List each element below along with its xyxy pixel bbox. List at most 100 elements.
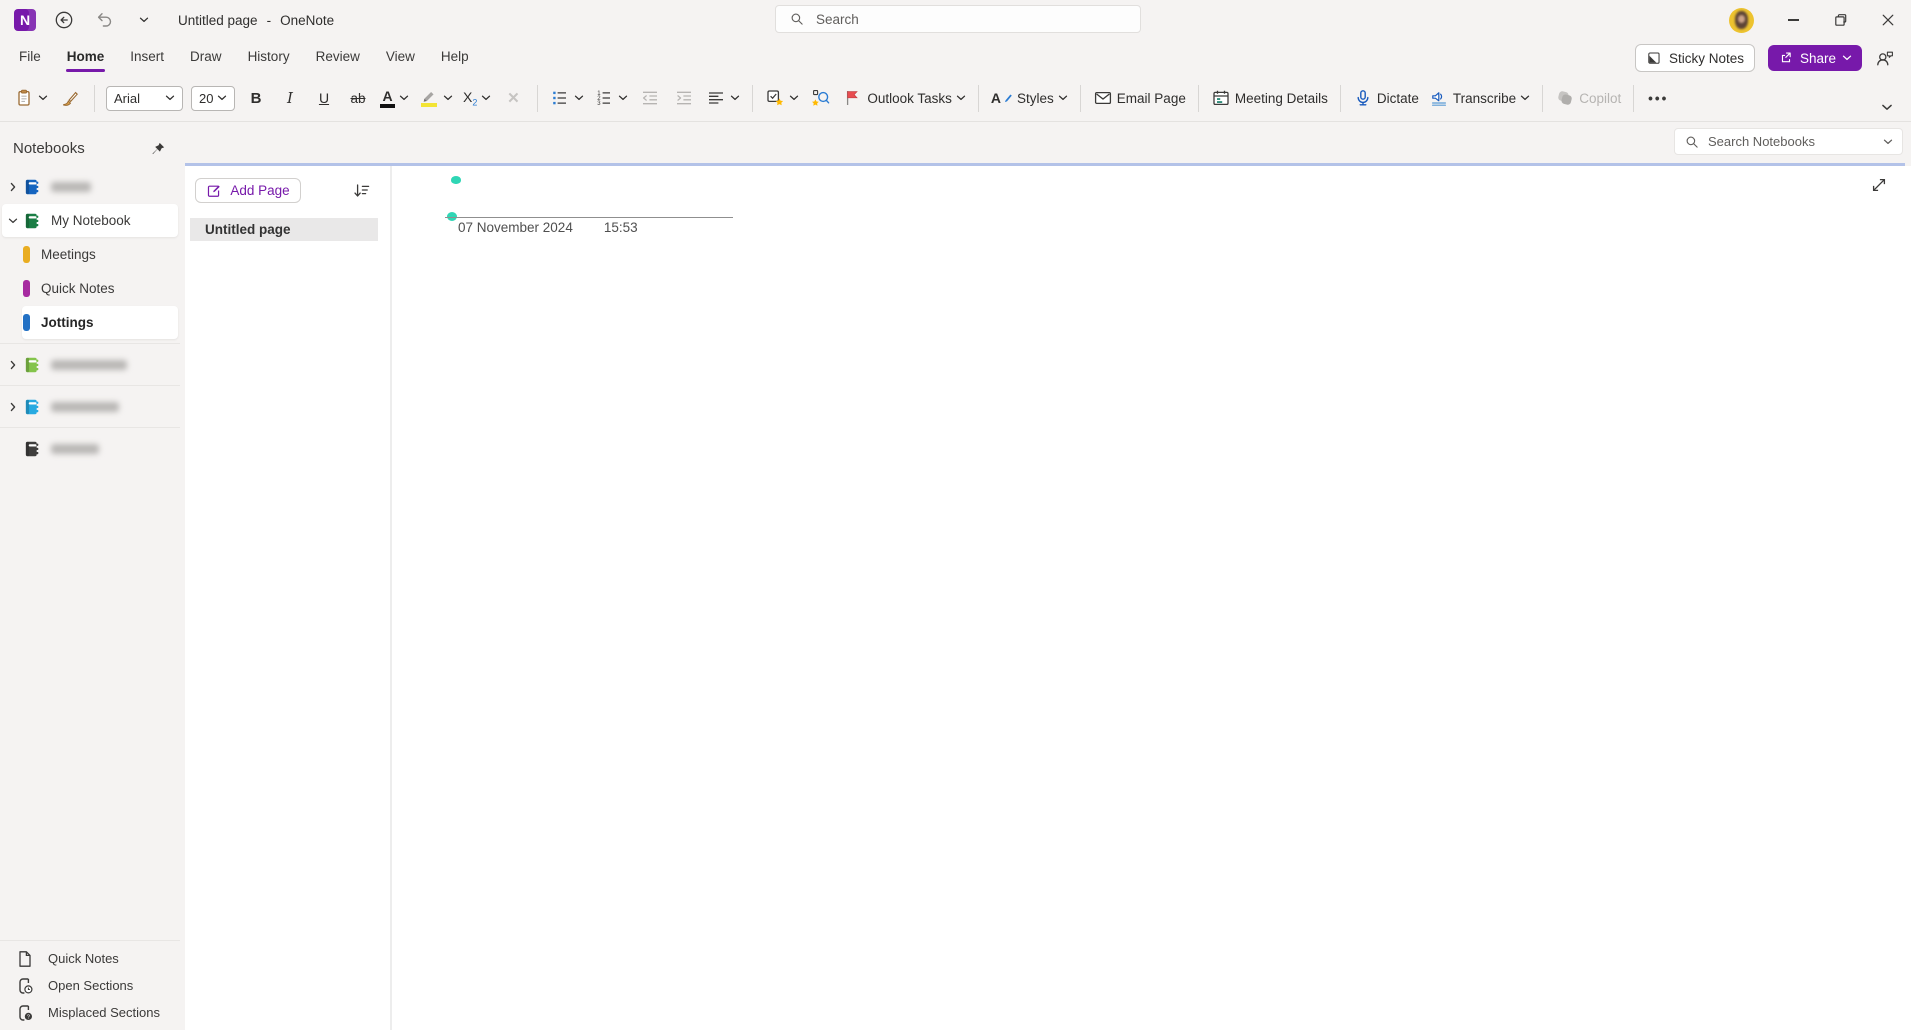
chevron-down-icon [139,17,149,23]
sidebar-section-jottings[interactable]: Jottings [22,306,178,339]
maximize-button[interactable] [1817,0,1864,40]
expand-notebook-chevron[interactable] [2,360,23,370]
back-button[interactable] [52,6,76,34]
menu-history[interactable]: History [235,40,303,75]
menu-draw[interactable]: Draw [177,40,235,75]
search-notebooks-input[interactable]: Search Notebooks [1674,128,1903,155]
styles-button[interactable]: A Styles [987,82,1072,114]
notebook-item[interactable] [2,390,178,423]
chevron-down-icon [38,95,48,101]
contacts-button[interactable] [1875,48,1895,68]
menu-view[interactable]: View [373,40,428,75]
italic-button[interactable]: I [274,82,306,114]
outlook-tasks-button[interactable]: Outlook Tasks [839,82,970,114]
misplaced-sections-shortcut[interactable]: Misplaced Sections [0,999,180,1026]
page-list-item-selected[interactable]: Untitled page [190,218,378,241]
menu-review[interactable]: Review [303,40,373,75]
back-icon [54,10,74,30]
notebook-name-redacted [51,402,119,412]
find-tags-button[interactable] [805,82,837,114]
share-button[interactable]: Share [1768,45,1862,71]
increase-indent-icon [674,88,694,108]
font-color-button[interactable]: A [376,82,413,114]
more-commands-button[interactable]: ••• [1642,82,1674,114]
notebook-icon [23,177,42,197]
add-page-button[interactable]: Add Page [195,178,301,203]
open-sections-shortcut[interactable]: Open Sections [0,972,180,999]
dictate-button[interactable]: Dictate [1349,82,1423,114]
notebook-item-my-notebook[interactable]: My Notebook [2,204,178,237]
menu-home[interactable]: Home [54,40,118,75]
numbered-list-icon [594,88,614,108]
sidebar-divider [0,427,180,428]
close-button[interactable] [1864,0,1911,40]
notebook-icon [23,397,42,417]
envelope-icon [1093,88,1113,108]
decrease-indent-icon [640,88,660,108]
section-question-icon [15,1003,35,1023]
bold-button[interactable]: B [240,82,272,114]
collapse-ribbon-button[interactable] [1881,104,1893,111]
page-canvas[interactable]: 07 November 2024 15:53 [392,166,1911,1030]
expand-page-button[interactable] [1869,175,1889,195]
format-painter-icon [60,88,80,108]
undo-button[interactable] [92,6,116,34]
font-color-icon: A [380,89,395,108]
chevron-down-icon [1058,95,1068,101]
menu-insert[interactable]: Insert [117,40,177,75]
notebook-item[interactable] [2,348,178,381]
transcribe-icon [1429,88,1449,108]
expand-icon [1869,175,1889,195]
dictate-label: Dictate [1377,91,1419,106]
copilot-icon [1555,88,1575,108]
ribbon-divider [1542,85,1543,112]
menu-help[interactable]: Help [428,40,482,75]
alignment-button[interactable] [702,82,744,114]
pin-sidebar-button[interactable] [150,141,166,157]
font-name-select[interactable]: Arial [106,86,183,111]
clear-formatting-button: ✕ [497,82,529,114]
chevron-down-icon [399,95,409,101]
ribbon-divider [1198,85,1199,112]
meeting-details-button[interactable]: Meeting Details [1207,82,1332,114]
minimize-button[interactable] [1770,0,1817,40]
font-size-select[interactable]: 20 [191,86,235,111]
menubar: File Home Insert Draw History Review Vie… [0,40,1911,75]
search-scope-chevron[interactable] [1883,139,1893,145]
tag-button[interactable] [761,82,803,114]
sticky-notes-label: Sticky Notes [1669,51,1744,66]
sidebar-section-quick-notes[interactable]: Quick Notes [22,272,178,305]
expand-notebook-chevron[interactable] [2,402,23,412]
ribbon-divider [1633,85,1634,112]
collapse-notebook-chevron[interactable] [2,218,23,224]
numbered-list-button[interactable] [590,82,632,114]
page-date-time: 07 November 2024 15:53 [458,220,638,235]
notebook-name-redacted [51,182,91,192]
quick-access-chevron-button[interactable] [132,6,156,34]
search-icon [1684,134,1700,150]
transcribe-button[interactable]: Transcribe [1425,82,1534,114]
subscript-button[interactable]: X2 [459,82,495,114]
sidebar-section-meetings[interactable]: Meetings [22,238,178,271]
paste-button[interactable] [10,82,52,114]
share-label: Share [1800,51,1836,66]
bullet-list-button[interactable] [546,82,588,114]
notebook-icon [23,211,42,231]
format-painter-button[interactable] [54,82,86,114]
quick-notes-shortcut[interactable]: Quick Notes [0,945,180,972]
notebook-item[interactable] [2,170,178,203]
ribbon-divider [1340,85,1341,112]
underline-button[interactable]: U [308,82,340,114]
email-page-button[interactable]: Email Page [1089,82,1190,114]
search-input[interactable]: Search [775,5,1141,33]
account-avatar[interactable] [1729,8,1754,33]
menu-file[interactable]: File [6,40,54,75]
expand-notebook-chevron[interactable] [2,182,23,192]
presence-indicator-dot [451,176,461,184]
highlight-button[interactable] [415,82,457,114]
sort-pages-button[interactable] [352,181,372,201]
sticky-notes-button[interactable]: Sticky Notes [1635,44,1755,72]
strikethrough-button[interactable]: ab [342,82,374,114]
notebook-item[interactable] [2,432,178,465]
notebook-icon [23,439,42,459]
